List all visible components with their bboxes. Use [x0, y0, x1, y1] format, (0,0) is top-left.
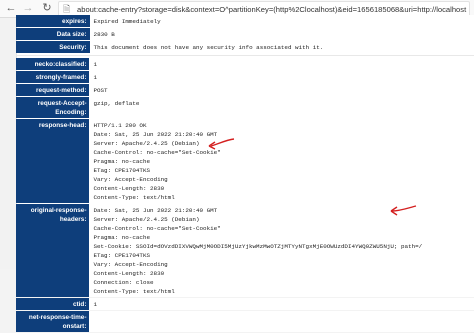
metadata-line: POST [93, 87, 108, 94]
section-divider [16, 55, 474, 56]
metadata-row: net-response-time-onstart: [16, 311, 474, 332]
metadata-key: strongly-framed: [16, 71, 90, 83]
metadata-key: response-head: [16, 119, 90, 203]
metadata-line [93, 313, 470, 322]
metadata-row: necko:classified: 1 [16, 58, 474, 70]
metadata-row: ctid: 1 [16, 298, 474, 310]
metadata-value [89, 311, 474, 332]
metadata-key: original-response-headers: [16, 204, 90, 297]
red-arrow-annotation-icon [388, 202, 418, 218]
metadata-line: Pragma: no-cache [93, 158, 151, 165]
summary-value: Expired Immediately [89, 15, 474, 27]
metadata-line: ETag: CPE1704TKS [93, 252, 151, 259]
metadata-line: Content-Type: text/html [93, 194, 175, 201]
entry-summary-table: expires: Expired Immediately Data size: 283… [16, 14, 474, 54]
metadata-value: 1 [89, 71, 474, 83]
metadata-line: Server: Apache/2.4.25 (Debian) [93, 140, 200, 147]
metadata-line: Vary: Accept-Encoding [93, 261, 168, 268]
metadata-line: Set-Cookie: SSOId=dOVzdDIXVWQwMjM0ODI5Mj… [93, 243, 423, 250]
summary-key: Security: [16, 41, 90, 53]
metadata-line: Date: Sat, 25 Jun 2022 21:20:40 GMT [93, 131, 218, 138]
metadata-line: Pragma: no-cache [93, 234, 151, 241]
metadata-line: HTTP/1.1 200 OK [93, 122, 147, 129]
metadata-line: Vary: Accept-Encoding [93, 176, 168, 183]
metadata-key: ctid: [16, 298, 90, 310]
cache-entry-page: expires: Expired Immediately Data size: 283… [0, 15, 474, 332]
metadata-row: request-Accept-Encoding: gzip, deflate [16, 97, 474, 118]
summary-key: Data size: [16, 28, 90, 40]
metadata-table: necko:classified: 1 strongly-framed: 1 reque… [16, 57, 474, 333]
metadata-line: gzip, deflate [93, 100, 140, 107]
metadata-key: net-response-time-onstart: [16, 311, 90, 332]
summary-row: Data size: 2830 B [16, 28, 474, 40]
red-arrow-annotation-icon [206, 136, 236, 152]
metadata-line: 1 [93, 61, 97, 68]
metadata-line: Content-Type: text/html [93, 288, 175, 295]
metadata-value: 1 [89, 298, 474, 310]
metadata-value: gzip, deflate [89, 97, 474, 118]
summary-value: This document does not have any security… [89, 41, 474, 53]
metadata-line: Connection: close [93, 279, 154, 286]
metadata-line: Content-Length: 2830 [93, 185, 165, 192]
metadata-row: request-method: POST [16, 84, 474, 96]
metadata-key: request-Accept-Encoding: [16, 97, 90, 118]
left-gutter [0, 18, 17, 269]
metadata-line: Cache-Control: no-cache="Set-Cookie" [93, 225, 221, 232]
summary-value: 2830 B [89, 28, 474, 40]
metadata-key: necko:classified: [16, 58, 90, 70]
metadata-value: HTTP/1.1 200 OK Date: Sat, 25 Jun 2022 21… [89, 119, 474, 203]
metadata-line: 1 [93, 74, 97, 81]
metadata-row: strongly-framed: 1 [16, 71, 474, 83]
summary-key: expires: [16, 15, 90, 27]
metadata-line: 1 [93, 301, 97, 308]
summary-row: expires: Expired Immediately [16, 15, 474, 27]
metadata-row: response-head: HTTP/1.1 200 OK Date: Sat, … [16, 119, 474, 203]
metadata-line: Cache-Control: no-cache="Set-Cookie" [93, 149, 221, 156]
metadata-line: ETag: CPE1704TKS [93, 167, 151, 174]
summary-row: Security: This document does not have any… [16, 41, 474, 53]
metadata-line: Content-Length: 2830 [93, 270, 165, 277]
metadata-value: 1 [89, 58, 474, 70]
metadata-value: POST [89, 84, 474, 96]
metadata-key: request-method: [16, 84, 90, 96]
